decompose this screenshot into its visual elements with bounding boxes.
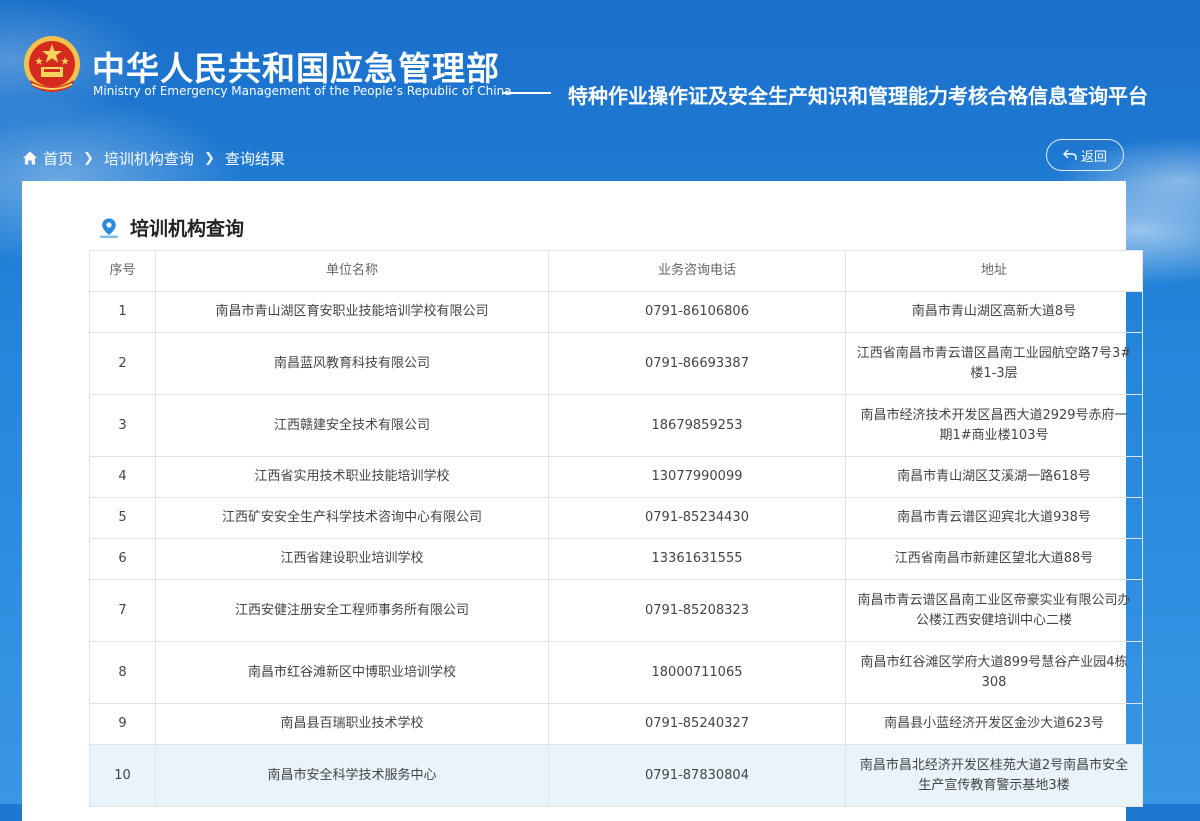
header-divider <box>503 92 551 94</box>
cell-no: 6 <box>89 538 156 580</box>
breadcrumb-training-query[interactable]: 培训机构查询 <box>104 148 194 169</box>
col-header-address: 地址 <box>845 250 1143 292</box>
breadcrumb-home[interactable]: 首页 <box>43 148 73 169</box>
cell-no: 5 <box>89 497 156 539</box>
cell-no: 3 <box>89 394 156 457</box>
cell-name: 南昌蓝风教育科技有限公司 <box>155 332 549 395</box>
chevron-right-icon: ❯ <box>83 150 94 166</box>
cell-phone: 0791-85208323 <box>548 579 846 642</box>
cell-address: 南昌市青云谱区昌南工业区帝豪实业有限公司办公楼江西安健培训中心二楼 <box>845 579 1143 642</box>
cell-address: 南昌市青山湖区艾溪湖一路618号 <box>845 456 1143 498</box>
cell-phone: 0791-87830804 <box>548 744 846 807</box>
table-row: 4 江西省实用技术职业技能培训学校 13077990099 南昌市青山湖区艾溪湖… <box>89 456 1143 498</box>
cell-phone: 0791-86106806 <box>548 291 846 333</box>
table-row: 9 南昌县百瑞职业技术学校 0791-85240327 南昌县小蓝经济开发区金沙… <box>89 703 1143 745</box>
col-header-no: 序号 <box>89 250 156 292</box>
col-header-phone: 业务咨询电话 <box>548 250 846 292</box>
cell-name: 南昌市青山湖区育安职业技能培训学校有限公司 <box>155 291 549 333</box>
ministry-title-en: Ministry of Emergency Management of the … <box>93 84 512 98</box>
location-pin-icon <box>100 218 118 238</box>
cell-name: 江西省建设职业培训学校 <box>155 538 549 580</box>
cell-address: 南昌市经济技术开发区昌西大道2929号赤府一期1#商业楼103号 <box>845 394 1143 457</box>
cell-phone: 13361631555 <box>548 538 846 580</box>
results-table: 序号 单位名称 业务咨询电话 地址 1 南昌市青山湖区育安职业技能培训学校有限公… <box>89 250 1143 807</box>
cell-phone: 13077990099 <box>548 456 846 498</box>
cell-no: 9 <box>89 703 156 745</box>
cell-phone: 0791-85234430 <box>548 497 846 539</box>
results-panel: 培训机构查询 序号 单位名称 业务咨询电话 地址 1 南昌市青山湖区育安职业技能… <box>22 181 1143 821</box>
cell-no: 2 <box>89 332 156 395</box>
table-row: 3 江西赣建安全技术有限公司 18679859253 南昌市经济技术开发区昌西大… <box>89 394 1143 457</box>
back-arrow-icon <box>1062 149 1077 160</box>
platform-title: 特种作业操作证及安全生产知识和管理能力考核合格信息查询平台 <box>568 84 1148 108</box>
cell-phone: 0791-85240327 <box>548 703 846 745</box>
table-row: 1 南昌市青山湖区育安职业技能培训学校有限公司 0791-86106806 南昌… <box>89 291 1143 333</box>
table-row: 2 南昌蓝风教育科技有限公司 0791-86693387 江西省南昌市青云谱区昌… <box>89 332 1143 395</box>
back-button[interactable]: 返回 <box>1046 139 1124 171</box>
cell-no: 1 <box>89 291 156 333</box>
cell-phone: 18679859253 <box>548 394 846 457</box>
table-row-hovered: 10 南昌市安全科学技术服务中心 0791-87830804 南昌市昌北经济开发… <box>89 744 1143 807</box>
cell-address: 江西省南昌市新建区望北大道88号 <box>845 538 1143 580</box>
chevron-right-icon: ❯ <box>203 150 215 166</box>
table-row: 5 江西矿安安全生产科学技术咨询中心有限公司 0791-85234430 南昌市… <box>89 497 1143 539</box>
cell-name: 南昌市红谷滩新区中博职业培训学校 <box>155 641 549 704</box>
home-icon <box>23 151 37 165</box>
national-emblem-icon <box>24 36 80 92</box>
section-title: 培训机构查询 <box>130 218 245 240</box>
back-button-label: 返回 <box>1080 149 1107 165</box>
cell-address: 南昌县小蓝经济开发区金沙大道623号 <box>845 703 1143 745</box>
cell-name: 江西省实用技术职业技能培训学校 <box>155 456 549 498</box>
cell-name: 南昌市安全科学技术服务中心 <box>155 744 549 807</box>
table-row: 7 江西安健注册安全工程师事务所有限公司 0791-85208323 南昌市青云… <box>89 579 1143 642</box>
cell-name: 江西安健注册安全工程师事务所有限公司 <box>155 579 549 642</box>
cell-address: 南昌市青云谱区迎宾北大道938号 <box>845 497 1143 539</box>
cell-no: 10 <box>89 744 156 807</box>
cell-address: 南昌市青山湖区高新大道8号 <box>845 291 1143 333</box>
cell-name: 江西赣建安全技术有限公司 <box>155 394 549 457</box>
cell-phone: 0791-86693387 <box>548 332 846 395</box>
breadcrumb-current: 查询结果 <box>224 149 285 168</box>
table-row: 8 南昌市红谷滩新区中博职业培训学校 18000711065 南昌市红谷滩区学府… <box>89 641 1143 704</box>
section-header: 培训机构查询 <box>98 214 244 241</box>
col-header-name: 单位名称 <box>155 250 549 292</box>
cell-address: 南昌市昌北经济开发区桂苑大道2号南昌市安全生产宣传教育警示基地3楼 <box>845 744 1143 807</box>
cell-phone: 18000711065 <box>548 641 846 704</box>
breadcrumb: 首页 ❯ 培训机构查询 ❯ 查询结果 <box>22 146 285 170</box>
cell-no: 7 <box>89 579 156 642</box>
cell-name: 江西矿安安全生产科学技术咨询中心有限公司 <box>155 497 549 539</box>
ministry-title-cn: 中华人民共和国应急管理部 <box>92 49 500 88</box>
cell-address: 南昌市红谷滩区学府大道899号慧谷产业园4栋308 <box>845 641 1143 704</box>
table-header-row: 序号 单位名称 业务咨询电话 地址 <box>89 250 1143 292</box>
cell-no: 8 <box>89 641 156 704</box>
cell-name: 南昌县百瑞职业技术学校 <box>155 703 549 745</box>
table-row: 6 江西省建设职业培训学校 13361631555 江西省南昌市新建区望北大道8… <box>89 538 1143 580</box>
cell-no: 4 <box>89 456 156 498</box>
cell-address: 江西省南昌市青云谱区昌南工业园航空路7号3#楼1-3层 <box>845 332 1143 395</box>
